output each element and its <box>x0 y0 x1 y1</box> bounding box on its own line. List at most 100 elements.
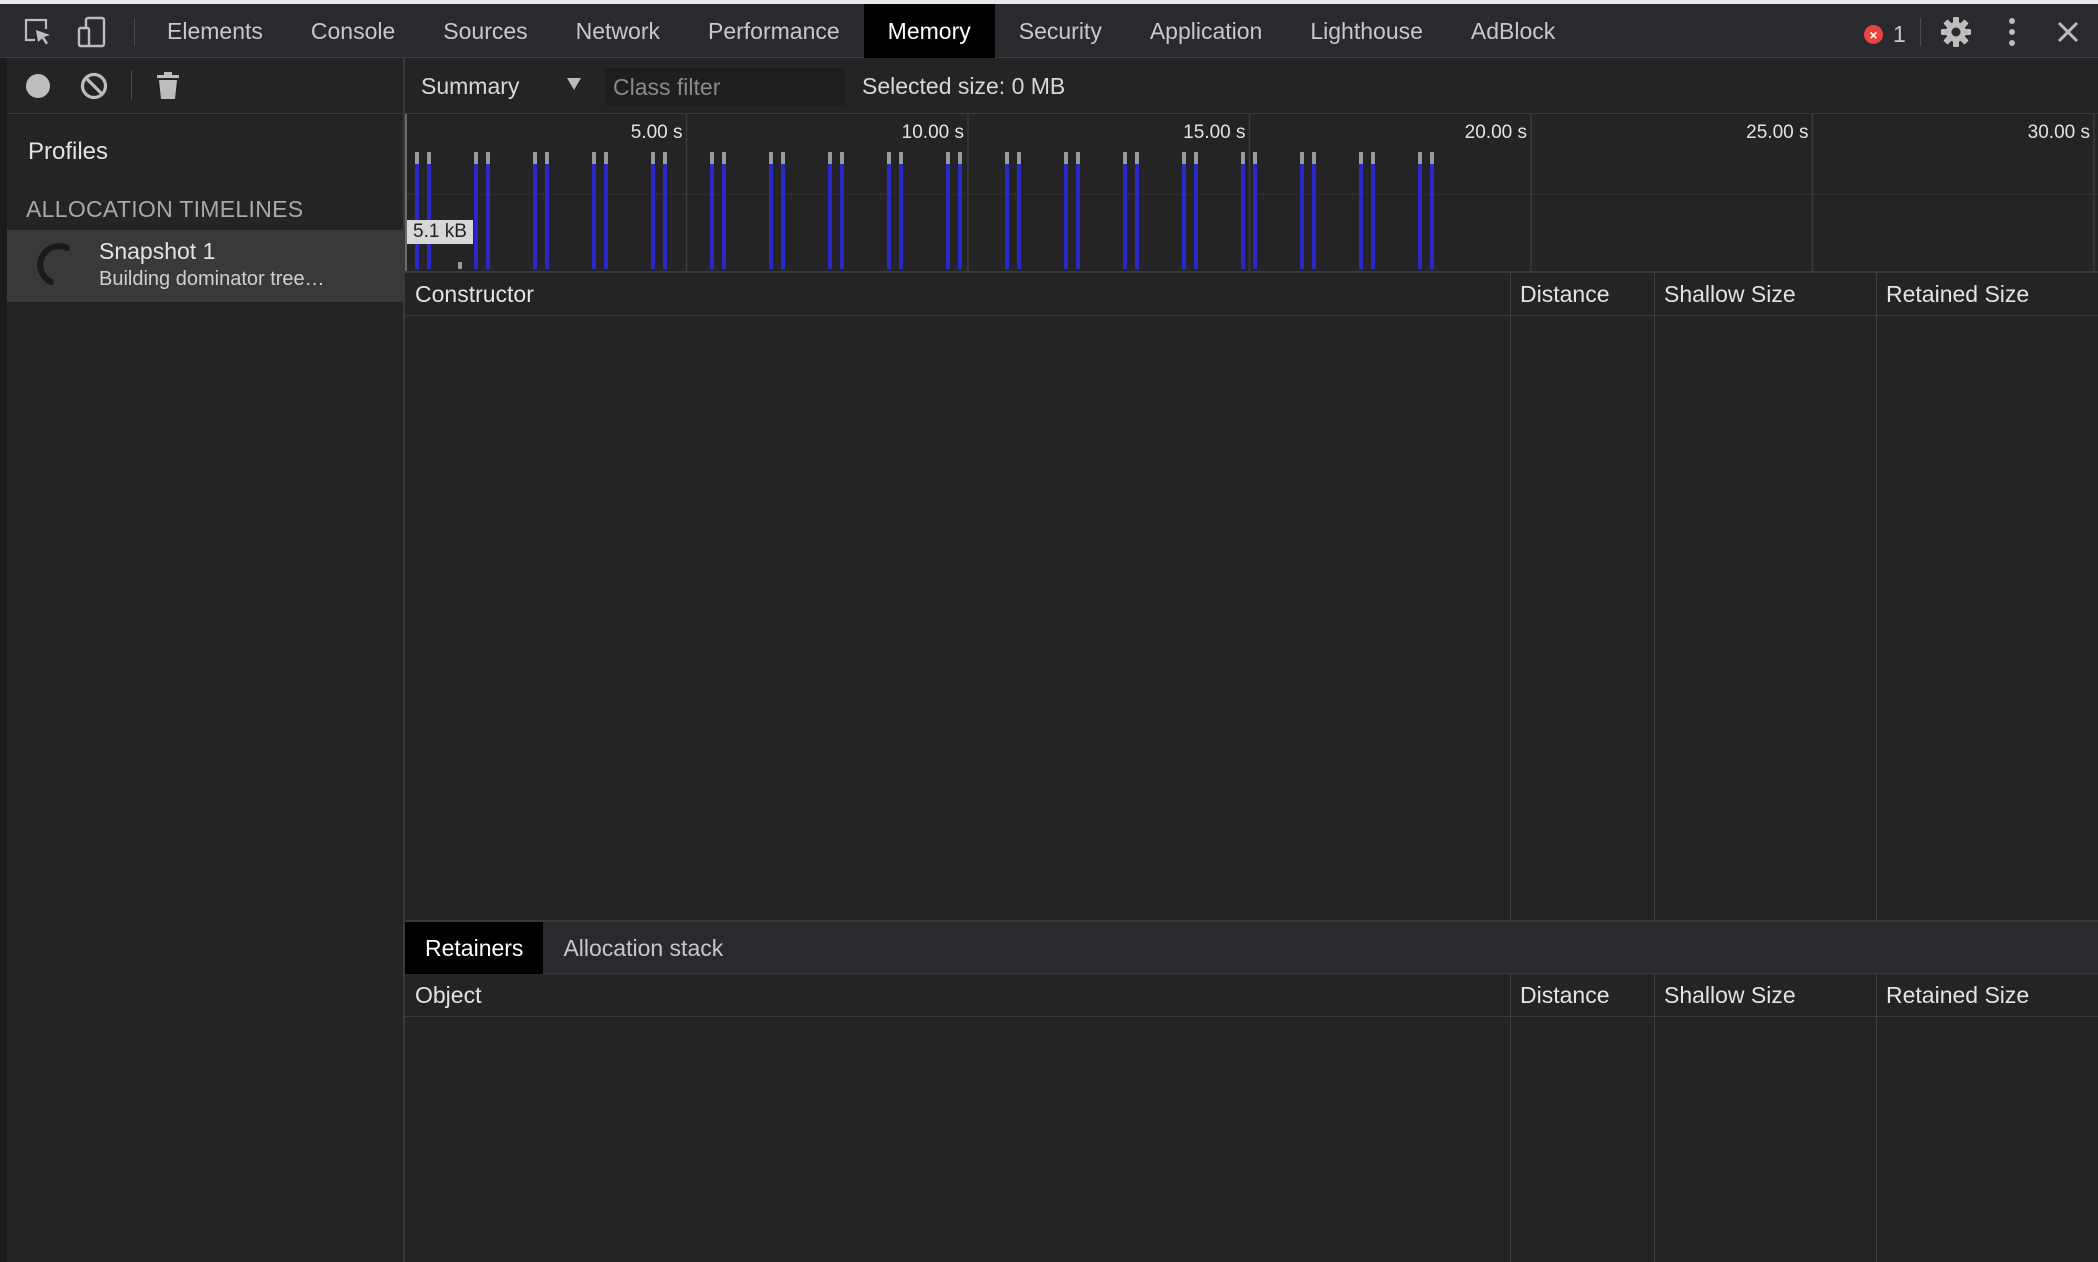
tab-allocation-stack[interactable]: Allocation stack <box>543 922 743 974</box>
timeline-tick-label: 5.00 s <box>631 122 683 143</box>
window-edge <box>0 58 7 1262</box>
allocation-bar-cap <box>899 152 903 164</box>
timeline-tick-label: 15.00 s <box>1183 122 1245 143</box>
allocation-bar <box>427 164 431 269</box>
allocation-bar-cap <box>1182 152 1186 164</box>
retainers-grid-header: Object Distance Shallow Size Retained Si… <box>405 974 2098 1017</box>
column-header-object[interactable]: Object <box>405 974 481 1017</box>
allocation-bar <box>1312 164 1316 269</box>
loading-spinner-icon <box>37 243 70 285</box>
allocation-bar <box>1371 164 1375 269</box>
tab-network[interactable]: Network <box>552 4 684 58</box>
column-header-distance[interactable]: Distance <box>1510 273 1609 316</box>
snapshot-status: Building dominator tree… <box>99 268 325 290</box>
allocation-bar <box>1359 164 1363 269</box>
gear-icon[interactable] <box>1938 14 1974 50</box>
allocation-bar <box>710 164 714 269</box>
allocation-bar-cap <box>1123 152 1127 164</box>
inspect-element-icon[interactable] <box>20 14 56 50</box>
allocation-bar <box>604 164 608 269</box>
error-count: 1 <box>1893 21 1906 47</box>
constructor-grid-header: Constructor Distance Shallow Size Retain… <box>405 273 2098 316</box>
allocation-bar-cap <box>1300 152 1304 164</box>
toolbar-divider <box>1920 18 1921 46</box>
tab-retainers[interactable]: Retainers <box>405 922 544 974</box>
allocation-bar <box>1076 164 1080 269</box>
tab-adblock[interactable]: AdBlock <box>1447 4 1579 58</box>
allocation-bar-cap <box>474 152 478 164</box>
snapshot-item[interactable]: Snapshot 1 Building dominator tree… <box>7 230 403 302</box>
allocation-bar-cap <box>1418 152 1422 164</box>
allocation-bar <box>1017 164 1021 269</box>
device-toolbar-icon[interactable] <box>74 14 110 50</box>
tab-console[interactable]: Console <box>287 4 419 58</box>
tab-memory[interactable]: Memory <box>863 4 995 58</box>
tab-elements[interactable]: Elements <box>143 4 287 58</box>
kebab-menu-icon[interactable] <box>1994 14 2030 50</box>
tab-performance[interactable]: Performance <box>684 4 864 58</box>
clear-icon[interactable] <box>76 68 112 104</box>
allocation-bar <box>1123 164 1127 269</box>
allocation-timelines-heading: ALLOCATION TIMELINES <box>26 196 304 222</box>
allocation-bar-cap <box>1064 152 1068 164</box>
column-header-shallow-size[interactable]: Shallow Size <box>1654 273 1796 316</box>
allocation-bar <box>946 164 950 269</box>
profiles-sidebar: Profiles ALLOCATION TIMELINES Snapshot 1… <box>0 58 405 1262</box>
error-icon: × <box>1864 25 1883 44</box>
column-divider[interactable] <box>1510 974 1511 1262</box>
allocation-bar <box>486 164 490 269</box>
allocation-bar <box>545 164 549 269</box>
record-icon[interactable] <box>20 68 56 104</box>
detail-tabs: Retainers Allocation stack <box>405 920 2098 974</box>
allocation-bar <box>1430 164 1434 269</box>
column-divider[interactable] <box>1876 273 1877 920</box>
timeline-tick-label: 20.00 s <box>1465 122 1527 143</box>
allocation-bar-cap <box>533 152 537 164</box>
allocation-bar-cap <box>1241 152 1245 164</box>
allocation-bar-cap <box>769 152 773 164</box>
column-divider[interactable] <box>1510 273 1511 920</box>
column-header-constructor[interactable]: Constructor <box>405 273 534 316</box>
allocation-bar <box>1064 164 1068 269</box>
class-filter-input[interactable] <box>605 68 845 106</box>
allocation-bar-cap <box>1430 152 1434 164</box>
allocation-bar-cap <box>545 152 549 164</box>
tab-security[interactable]: Security <box>995 4 1126 58</box>
allocation-bar-cap <box>710 152 714 164</box>
tab-lighthouse[interactable]: Lighthouse <box>1286 4 1447 58</box>
sidebar-toolbar <box>0 58 403 114</box>
column-header-shallow-size[interactable]: Shallow Size <box>1654 974 1796 1017</box>
allocation-bar-cap <box>958 152 962 164</box>
toolbar-divider <box>134 18 135 46</box>
allocation-timeline-overview[interactable]: 5.00 s 10.00 s 15.00 s 20.00 s 25.00 s 30.00 … <box>405 114 2098 273</box>
column-divider[interactable] <box>1876 974 1877 1262</box>
tab-sources[interactable]: Sources <box>419 4 551 58</box>
allocation-bar <box>592 164 596 269</box>
retainers-grid: Object Distance Shallow Size Retained Si… <box>405 974 2098 1262</box>
view-select[interactable]: Summary <box>421 68 593 104</box>
timeline-chart: 5.00 s 10.00 s 15.00 s 20.00 s 25.00 s 30.00 … <box>405 114 2098 271</box>
column-header-retained-size[interactable]: Retained Size <box>1876 974 2029 1017</box>
column-header-distance[interactable]: Distance <box>1510 974 1609 1017</box>
column-header-retained-size[interactable]: Retained Size <box>1876 273 2029 316</box>
snapshot-toolbar: Summary Selected size: 0 MB <box>405 58 2098 114</box>
allocation-bar <box>651 164 655 269</box>
allocation-bar-cap <box>604 152 608 164</box>
tab-application[interactable]: Application <box>1126 4 1287 58</box>
trash-icon[interactable] <box>150 68 186 104</box>
allocation-bar <box>1300 164 1304 269</box>
allocation-bar-cap <box>651 152 655 164</box>
dropdown-arrow-icon <box>567 78 581 90</box>
allocation-bar <box>415 164 419 269</box>
close-icon[interactable] <box>2050 14 2086 50</box>
timeline-tick-label: 30.00 s <box>2028 122 2090 143</box>
allocation-bar <box>1418 164 1422 269</box>
allocation-bar-cap <box>946 152 950 164</box>
column-divider[interactable] <box>1654 273 1655 920</box>
allocation-bar <box>1182 164 1186 269</box>
profiles-heading: Profiles <box>28 138 109 165</box>
error-counter[interactable]: × 1 <box>1864 21 1906 48</box>
allocation-bar <box>1005 164 1009 269</box>
devtools-tab-bar: Elements Console Sources Network Performance… <box>0 0 2098 58</box>
column-divider[interactable] <box>1654 974 1655 1262</box>
